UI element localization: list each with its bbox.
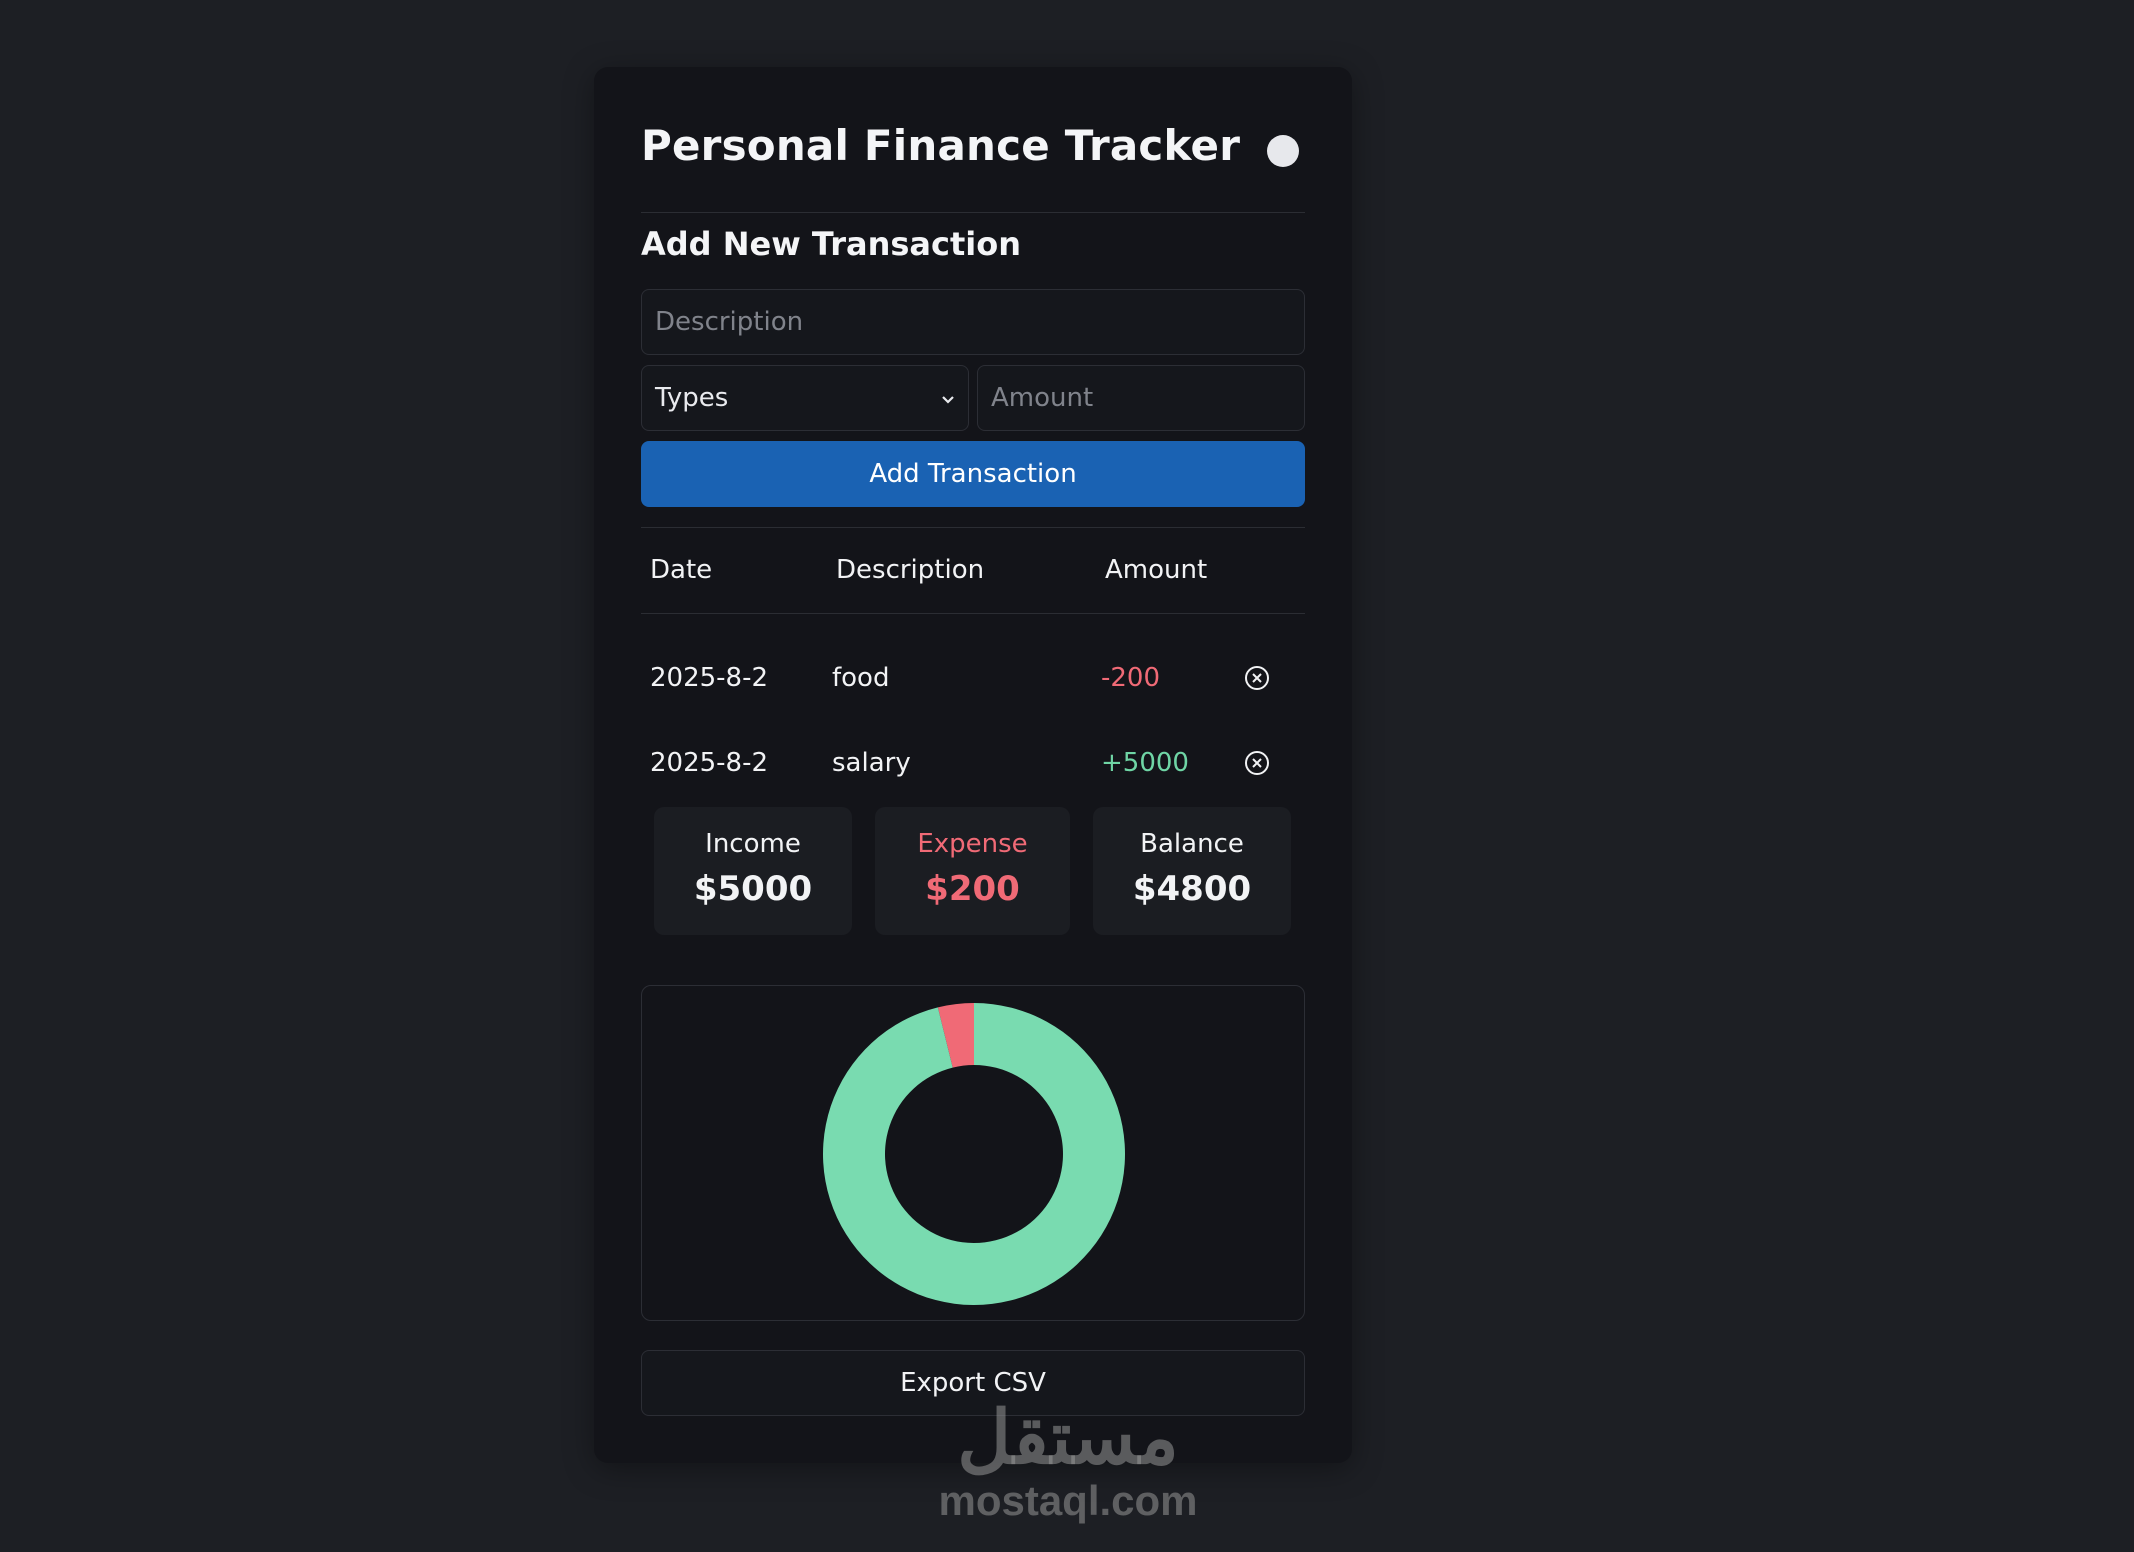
watermark-latin: mostaql.com bbox=[938, 1477, 1198, 1524]
types-select-value: Types bbox=[655, 383, 729, 413]
balance-value: $4800 bbox=[1132, 869, 1252, 909]
header-description: Description bbox=[836, 555, 985, 585]
header-date: Date bbox=[650, 555, 713, 585]
income-value: $5000 bbox=[693, 869, 813, 909]
amount-input[interactable] bbox=[977, 365, 1305, 431]
donut-chart bbox=[823, 1003, 1126, 1305]
income-label: Income bbox=[705, 829, 801, 859]
row-description: salary bbox=[832, 748, 911, 778]
app-title: Personal Finance Tracker bbox=[641, 121, 1241, 170]
donut-slice-income bbox=[823, 1003, 1126, 1305]
header: Personal Finance Tracker bbox=[641, 121, 1305, 213]
expense-label: Expense bbox=[917, 829, 1028, 859]
expense-card: Expense $200 bbox=[875, 807, 1070, 935]
circle-x-icon[interactable] bbox=[1244, 665, 1270, 691]
add-transaction-button[interactable]: Add Transaction bbox=[641, 441, 1305, 507]
divider bbox=[641, 527, 1305, 528]
chart-container bbox=[641, 985, 1305, 1321]
theme-toggle-button[interactable] bbox=[1267, 135, 1299, 167]
row-date: 2025-8-2 bbox=[650, 748, 769, 778]
row-description: food bbox=[832, 663, 890, 693]
divider bbox=[641, 613, 1305, 614]
expense-value: $200 bbox=[925, 869, 1020, 909]
section-title: Add New Transaction bbox=[641, 225, 1022, 263]
finance-card: Personal Finance Tracker Add New Transac… bbox=[594, 67, 1352, 1463]
row-amount: +5000 bbox=[1101, 748, 1189, 778]
description-input[interactable] bbox=[641, 289, 1305, 355]
income-card: Income $5000 bbox=[654, 807, 852, 935]
export-csv-button[interactable]: Export CSV bbox=[641, 1350, 1305, 1416]
header-amount: Amount bbox=[1105, 555, 1208, 585]
balance-card: Balance $4800 bbox=[1093, 807, 1291, 935]
types-select[interactable]: Types bbox=[641, 365, 969, 431]
row-amount: -200 bbox=[1101, 663, 1161, 693]
chevron-down-icon bbox=[941, 386, 955, 410]
circle-x-icon[interactable] bbox=[1244, 750, 1270, 776]
row-date: 2025-8-2 bbox=[650, 663, 769, 693]
balance-label: Balance bbox=[1140, 829, 1244, 859]
